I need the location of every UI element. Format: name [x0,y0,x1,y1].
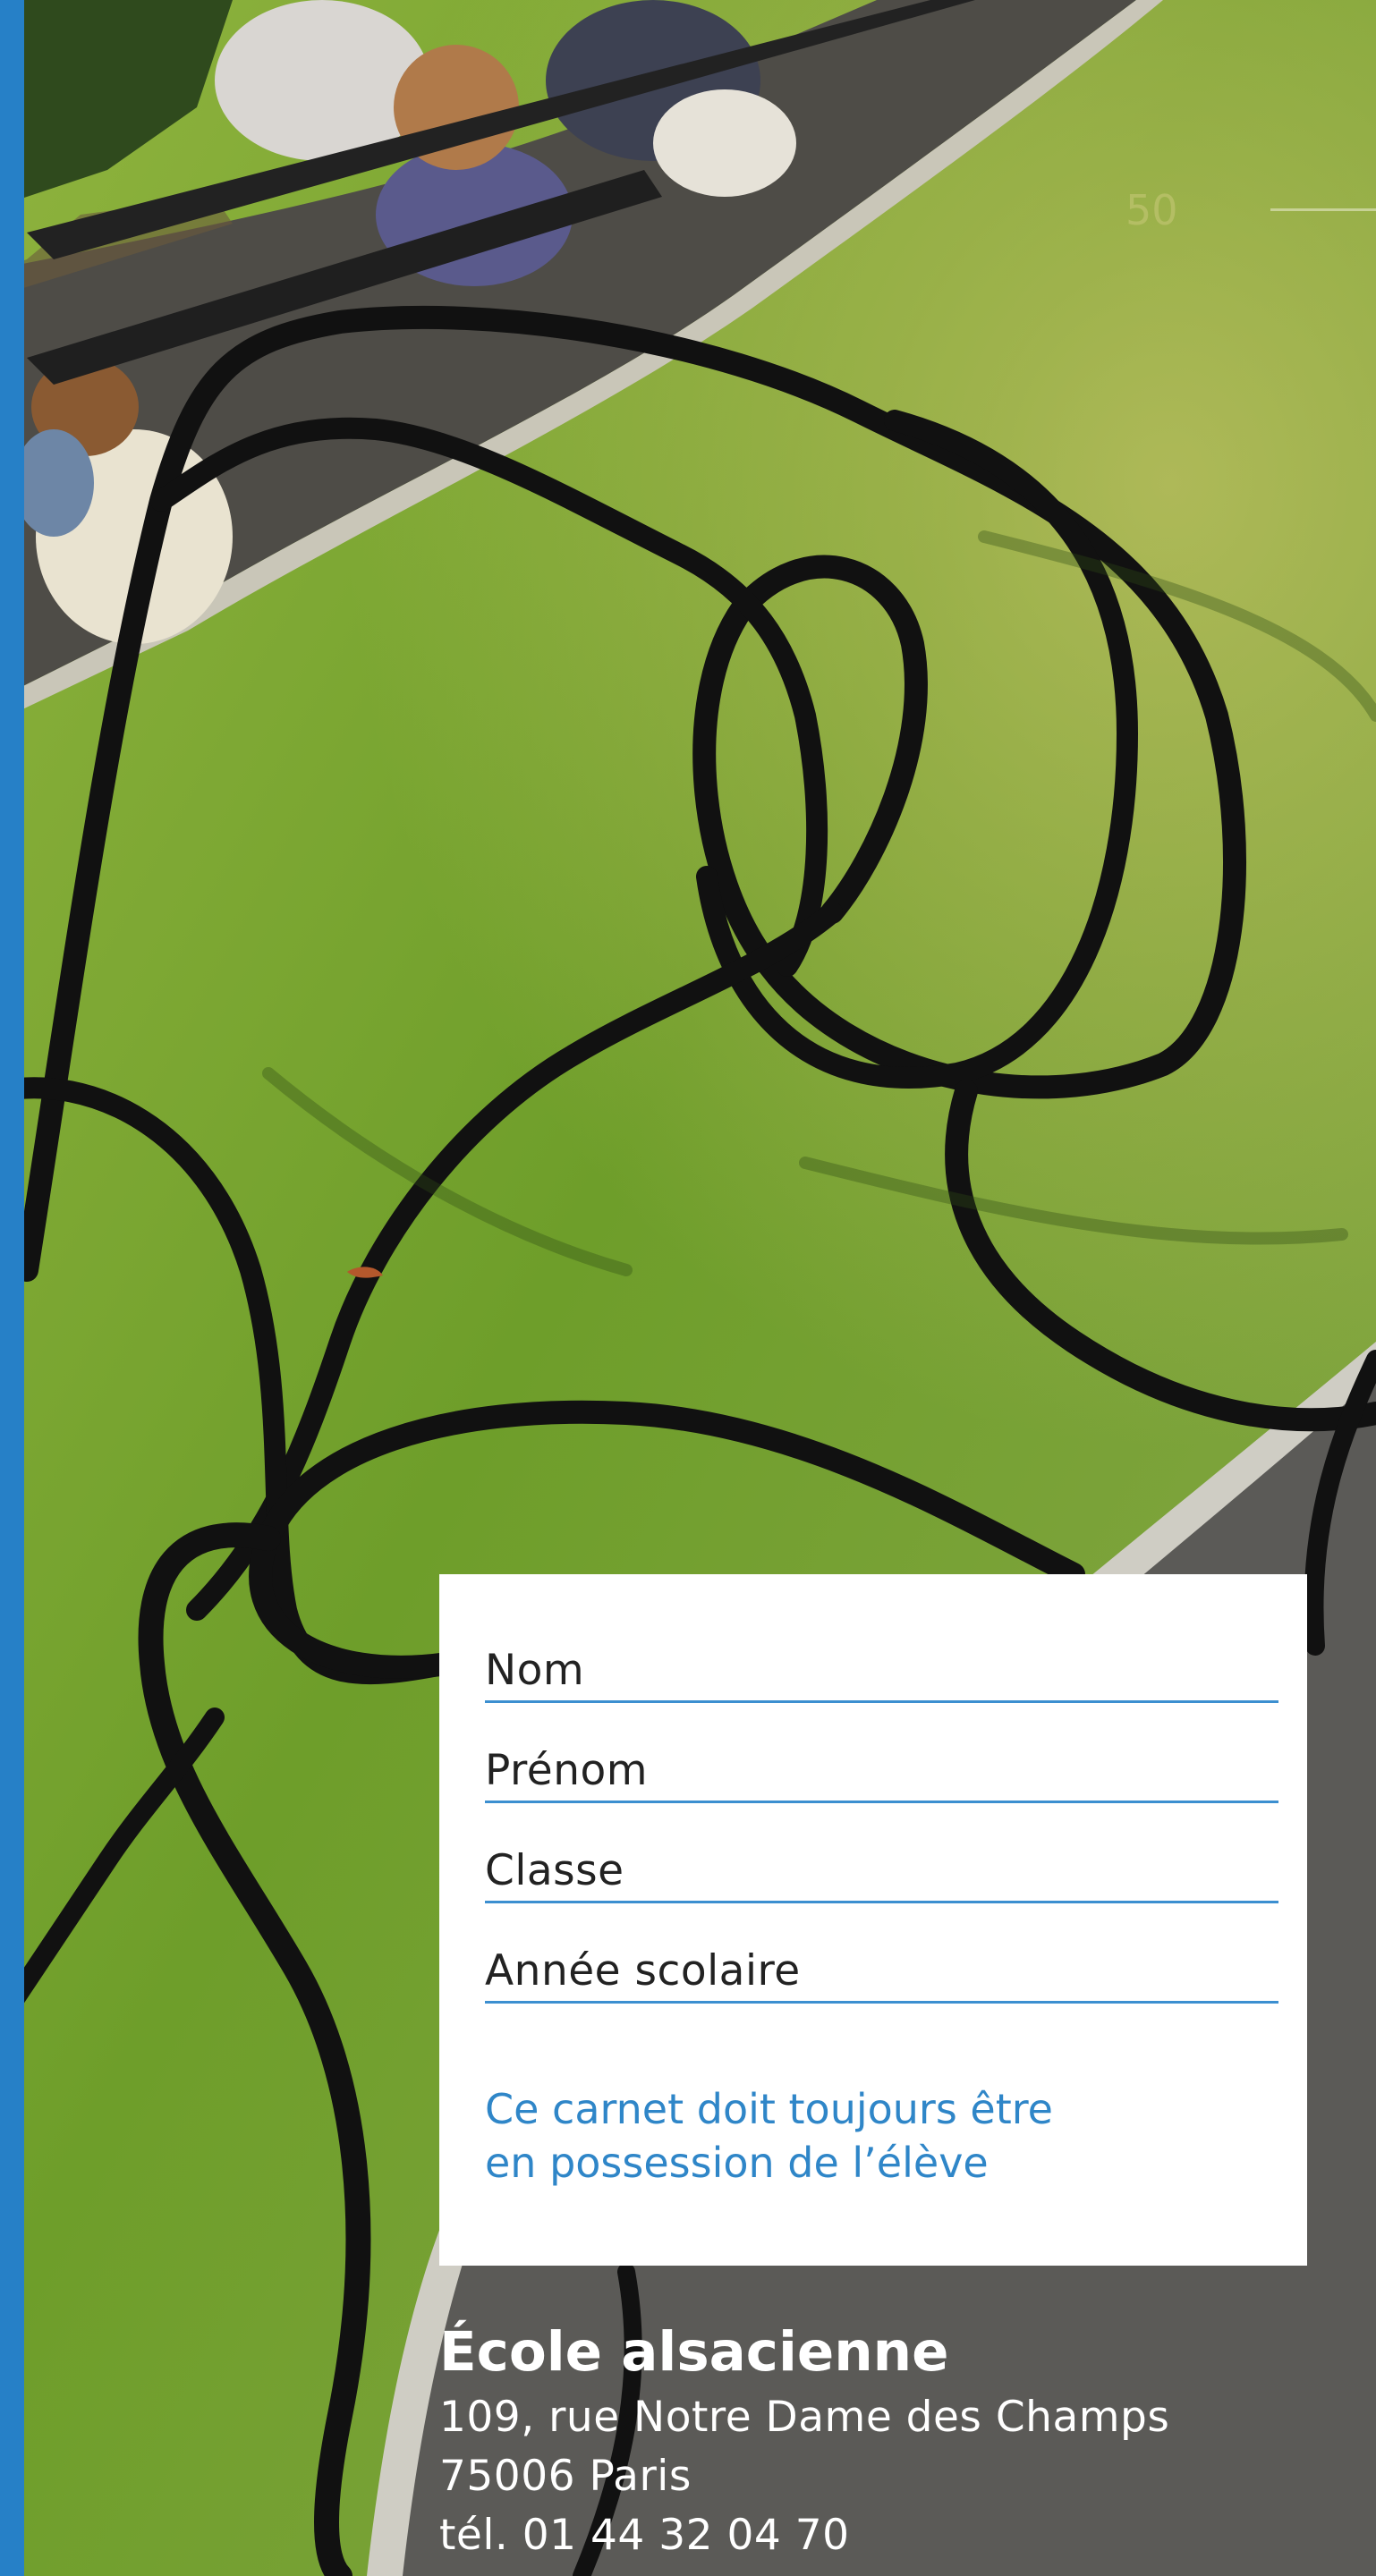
prenom-label: Prénom [485,1746,649,1795]
student-info-card: Nom Prénom Classe Année scolaire Ce carn… [439,1574,1307,2266]
possession-note: Ce carnet doit toujours être en possessi… [485,2082,1053,2190]
phone-line: tél. 01 44 32 04 70 [439,2511,850,2560]
school-address: École alsacienne 109, rue Notre Dame des… [439,2317,1169,2565]
nom-label: Nom [485,1646,585,1695]
possession-note-line-2: en possession de l’élève [485,2139,989,2187]
school-name: École alsacienne [439,2320,949,2384]
possession-note-line-1: Ce carnet doit toujours être [485,2085,1053,2133]
page-number-rule [1270,208,1376,211]
street-line: 109, rue Notre Dame des Champs [439,2393,1170,2442]
booklet-cover: 50 Nom Prénom Classe Année scolaire Ce c… [0,0,1376,2576]
classe-label: Classe [485,1846,624,1895]
annee-scolaire-field[interactable]: Année scolaire [485,1940,1278,2004]
left-accent-strip [0,0,24,2576]
page-number: 50 [1125,186,1178,234]
city-line: 75006 Paris [439,2452,692,2501]
classe-field[interactable]: Classe [485,1840,1278,1903]
prenom-field[interactable]: Prénom [485,1740,1278,1803]
nom-field[interactable]: Nom [485,1640,1278,1703]
annee-scolaire-label: Année scolaire [485,1946,801,1996]
